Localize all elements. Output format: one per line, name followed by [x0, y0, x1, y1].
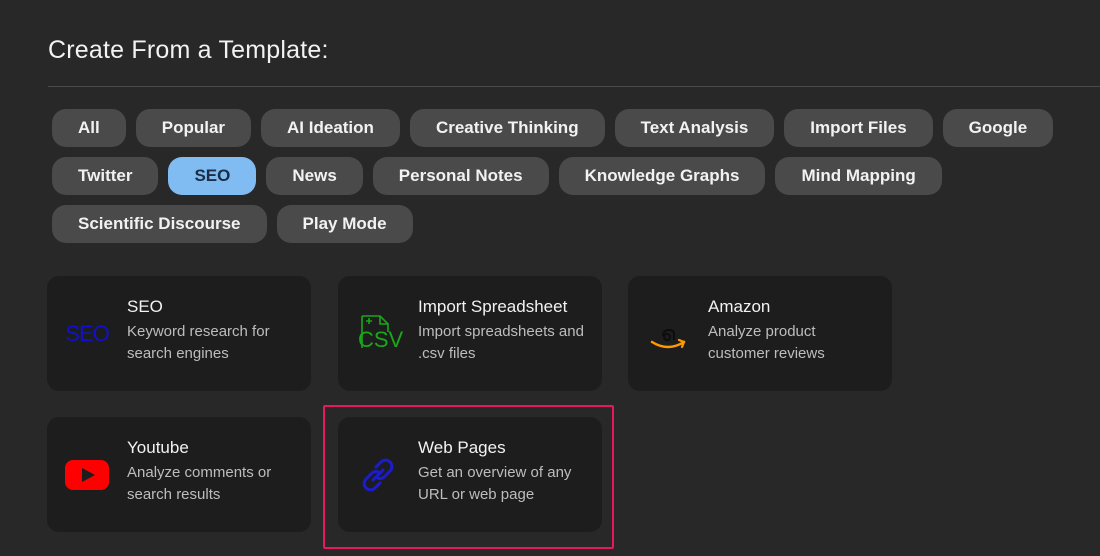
template-title: Youtube: [127, 438, 189, 457]
page-title: Create From a Template:: [48, 36, 329, 64]
filter-chip-popular[interactable]: Popular: [135, 109, 252, 147]
seo-icon-text: SEO: [65, 321, 109, 346]
template-title: Web Pages: [418, 438, 506, 457]
template-card-web-pages[interactable]: Web Pages Get an overview of any URL or …: [338, 417, 602, 532]
filter-chip-mind-mapping[interactable]: Mind Mapping: [775, 157, 942, 195]
filter-row: Scientific Discourse Play Mode: [52, 205, 1092, 243]
csv-icon-text: CSV: [358, 327, 404, 352]
template-description: Analyze product customer reviews: [708, 323, 825, 362]
template-description: Get an overview of any URL or web page: [418, 464, 572, 503]
template-description: Keyword research for search engines: [127, 323, 270, 362]
template-description: Analyze comments or search results: [127, 464, 272, 503]
amazon-icon: [646, 312, 690, 356]
youtube-icon: [65, 453, 109, 497]
template-description: Import spreadsheets and .csv files: [418, 323, 584, 362]
link-icon: [356, 453, 400, 497]
template-title: Import Spreadsheet: [418, 297, 568, 316]
filter-chip-google[interactable]: Google: [942, 109, 1054, 147]
youtube-logo: [65, 460, 109, 490]
template-title: Amazon: [708, 297, 771, 316]
filter-chip-all[interactable]: All: [52, 109, 126, 147]
filter-chip-news[interactable]: News: [266, 157, 363, 195]
filter-chip-creative-thinking[interactable]: Creative Thinking: [409, 109, 605, 147]
template-card-amazon[interactable]: Amazon Analyze product customer reviews: [628, 276, 892, 391]
csv-file-icon: CSV: [356, 312, 404, 356]
filter-chip-knowledge-graphs[interactable]: Knowledge Graphs: [558, 157, 766, 195]
filter-chip-ai-ideation[interactable]: AI Ideation: [261, 109, 400, 147]
seo-icon: SEO: [65, 312, 109, 356]
link-icon-graphic: [362, 458, 394, 492]
filter-row: All Popular AI Ideation Creative Thinkin…: [52, 109, 1092, 147]
filter-chip-twitter[interactable]: Twitter: [52, 157, 159, 195]
divider: [48, 86, 1100, 87]
template-card-import-spreadsheet[interactable]: CSV Import Spreadsheet Import spreadshee…: [338, 276, 602, 391]
filter-chip-play-mode[interactable]: Play Mode: [276, 205, 413, 243]
template-card-seo[interactable]: SEO SEO Keyword research for search engi…: [47, 276, 311, 391]
template-title: SEO: [127, 297, 163, 316]
filter-chip-scientific-discourse[interactable]: Scientific Discourse: [52, 205, 267, 243]
amazon-logo: [650, 328, 686, 349]
filter-chip-seo[interactable]: SEO: [168, 157, 257, 195]
filter-chip-text-analysis[interactable]: Text Analysis: [614, 109, 775, 147]
filter-chip-import-files[interactable]: Import Files: [784, 109, 933, 147]
filter-chips: All Popular AI Ideation Creative Thinkin…: [52, 109, 1092, 253]
filter-chip-personal-notes[interactable]: Personal Notes: [372, 157, 549, 195]
template-card-youtube[interactable]: Youtube Analyze comments or search resul…: [47, 417, 311, 532]
filter-row: Twitter SEO News Personal Notes Knowledg…: [52, 157, 1092, 195]
